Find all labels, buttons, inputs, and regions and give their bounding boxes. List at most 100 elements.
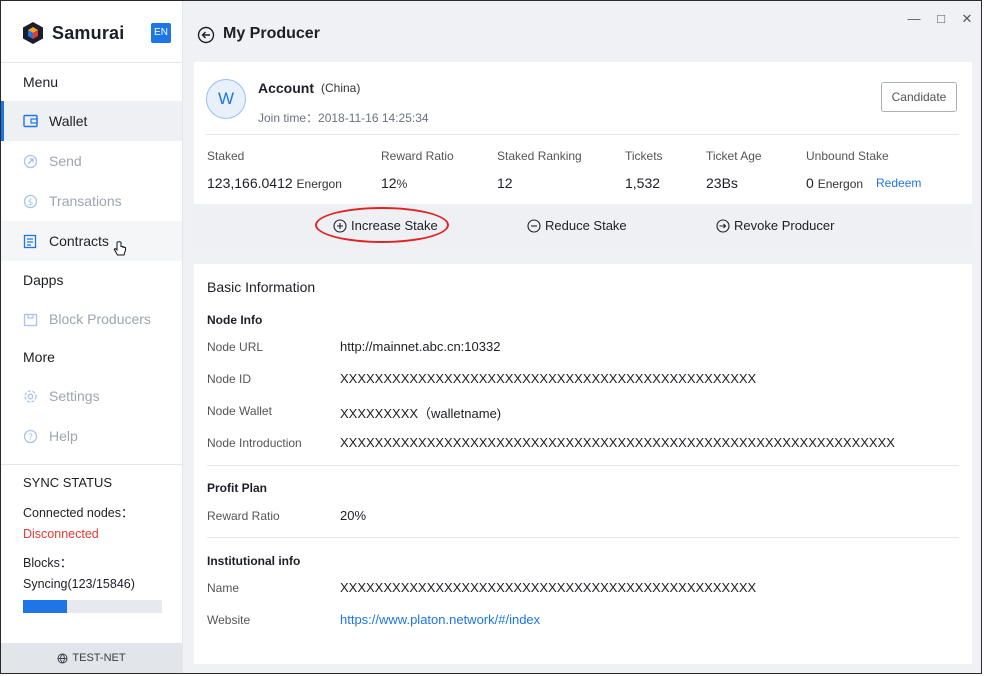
block-producers-icon	[22, 311, 38, 327]
name-value: XXXXXXXXXXXXXXXXXXXXXXXXXXXXXXXXXXXXXXXX…	[340, 580, 757, 595]
sync-progress-bar	[23, 600, 162, 613]
dollar-icon: $	[22, 193, 38, 209]
minimize-icon[interactable]: —	[907, 11, 921, 26]
sidebar-item-label: Contracts	[49, 233, 109, 249]
hand-cursor-icon	[113, 241, 126, 256]
sidebar-item-help[interactable]: ? Help	[1, 416, 182, 456]
node-id-label: Node ID	[207, 372, 252, 386]
sidebar-item-label: Block Producers	[49, 311, 151, 327]
connection-status: Disconnected	[23, 527, 99, 541]
gear-icon	[22, 388, 38, 404]
reward-ratio-label: Reward Ratio	[207, 509, 280, 523]
more-section-label: More	[23, 349, 55, 365]
blocks-sync-value: Syncing(123/15846)	[23, 577, 135, 591]
header: My Producer — □ ✕	[183, 1, 981, 61]
revoke-producer-button[interactable]: Revoke Producer	[716, 218, 834, 233]
node-url-label: Node URL	[207, 340, 264, 354]
staked-value: 123,166.0412 Energon	[207, 175, 342, 191]
send-icon	[22, 153, 38, 169]
dapps-section-label: Dapps	[23, 272, 64, 288]
sidebar-item-transations[interactable]: $ Transations	[1, 181, 182, 221]
website-label: Website	[207, 613, 251, 627]
ticket-age-label: Ticket Age	[706, 149, 762, 163]
globe-icon	[57, 653, 68, 664]
node-wallet-value: XXXXXXXXX（walletname)	[340, 406, 502, 421]
close-icon[interactable]: ✕	[960, 11, 974, 27]
help-icon: ?	[22, 428, 38, 444]
reward-ratio-value: 12%	[381, 175, 408, 191]
sidebar: Samurai EN Menu Wallet Send $ Transation…	[1, 1, 183, 673]
producer-actions-bar: Increase Stake Reduce Stake Revoke Produ…	[194, 204, 972, 248]
institutional-info-heading: Institutional info	[207, 554, 301, 568]
connected-nodes-label: Connected nodes：	[23, 506, 134, 520]
staked-ranking-value: 12	[497, 175, 513, 191]
divider	[1, 464, 182, 465]
language-button[interactable]: EN	[151, 23, 171, 43]
divider	[206, 134, 959, 135]
menu-section-label: Menu	[23, 74, 59, 90]
node-id-value: XXXXXXXXXXXXXXXXXXXXXXXXXXXXXXXXXXXXXXXX…	[340, 371, 757, 386]
sidebar-item-label: Help	[49, 428, 78, 444]
increase-stake-button[interactable]: Increase Stake	[333, 218, 438, 233]
sidebar-item-label: Wallet	[49, 113, 88, 129]
network-indicator[interactable]: TEST-NET	[1, 643, 182, 673]
tickets-label: Tickets	[625, 149, 663, 163]
back-arrow-icon[interactable]	[197, 26, 215, 44]
node-introduction-label: Node Introduction	[207, 436, 302, 450]
basic-information-card: Basic Information Node Info Node URL htt…	[194, 264, 972, 664]
tickets-value: 1,532	[625, 175, 661, 191]
name-label: Name	[207, 581, 240, 595]
avatar: W	[206, 79, 246, 119]
minus-circle-icon	[527, 218, 541, 233]
staked-ranking-label: Staked Ranking	[497, 149, 582, 163]
redeem-link[interactable]: Redeem	[876, 176, 921, 190]
staked-label: Staked	[207, 149, 245, 163]
reduce-stake-label: Reduce Stake	[545, 218, 627, 233]
page-title: My Producer	[223, 25, 320, 42]
node-wallet-label: Node Wallet	[207, 404, 272, 418]
app-window: Samurai EN Menu Wallet Send $ Transation…	[0, 0, 982, 674]
sidebar-item-wallet[interactable]: Wallet	[1, 101, 182, 141]
node-introduction-value: XXXXXXXXXXXXXXXXXXXXXXXXXXXXXXXXXXXXXXXX…	[340, 435, 895, 450]
node-info-heading: Node Info	[207, 313, 263, 327]
sidebar-item-send[interactable]: Send	[1, 141, 182, 181]
maximize-icon[interactable]: □	[934, 11, 948, 26]
app-name: Samurai	[52, 22, 125, 43]
account-region: (China)	[321, 81, 361, 95]
plus-circle-icon	[333, 218, 347, 233]
sidebar-item-label: Transations	[49, 193, 122, 209]
svg-text:?: ?	[28, 433, 33, 443]
revoke-producer-label: Revoke Producer	[734, 218, 835, 233]
brand: Samurai	[22, 21, 124, 45]
reward-ratio-value: 20%	[340, 508, 367, 523]
unbound-stake-value: 0 Energon	[806, 175, 864, 191]
wallet-icon	[22, 113, 38, 129]
account-name: Account	[258, 80, 314, 96]
sidebar-item-block-producers[interactable]: Block Producers	[1, 299, 182, 339]
reward-ratio-label: Reward Ratio	[381, 149, 454, 163]
samurai-logo-icon	[23, 22, 43, 44]
divider	[207, 465, 959, 466]
candidate-button[interactable]: Candidate	[881, 82, 957, 112]
network-label: TEST-NET	[72, 652, 126, 664]
divider	[1, 62, 182, 63]
section-title: Basic Information	[207, 279, 316, 295]
contract-icon	[22, 233, 38, 249]
producer-summary-card: W Account (China) Join time：2018-11-16 1…	[194, 62, 972, 248]
sidebar-item-label: Send	[49, 153, 82, 169]
sidebar-item-contracts[interactable]: Contracts	[1, 221, 182, 261]
unbound-stake-label: Unbound Stake	[806, 149, 889, 163]
profit-plan-heading: Profit Plan	[207, 481, 268, 495]
website-link[interactable]: https://www.platon.network/#/index	[340, 612, 540, 627]
sync-status-title: SYNC STATUS	[23, 475, 113, 490]
increase-stake-label: Increase Stake	[351, 218, 438, 233]
ticket-age-value: 23Bs	[706, 175, 738, 191]
blocks-label: Blocks：	[23, 556, 73, 570]
sidebar-item-settings[interactable]: Settings	[1, 376, 182, 416]
svg-text:$: $	[27, 198, 33, 208]
sidebar-item-label: Settings	[49, 388, 100, 404]
node-url-value: http://mainnet.abc.cn:10332	[340, 339, 501, 354]
reduce-stake-button[interactable]: Reduce Stake	[527, 218, 627, 233]
sync-progress-fill	[23, 600, 68, 613]
revoke-icon	[716, 218, 730, 233]
